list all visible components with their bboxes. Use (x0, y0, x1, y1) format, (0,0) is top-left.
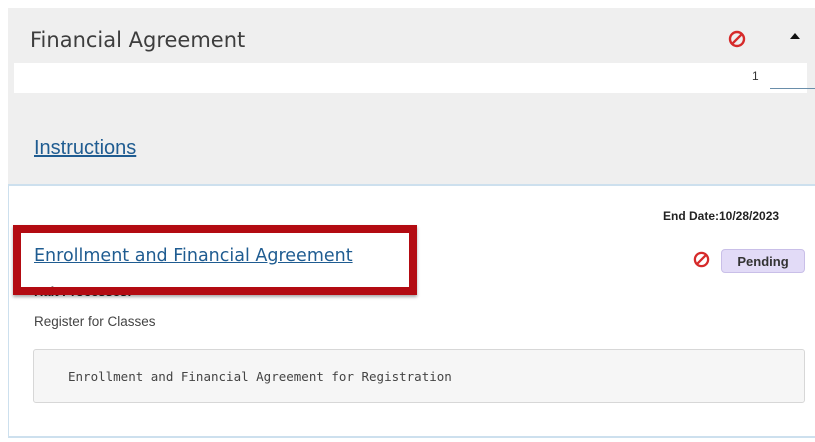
annotation-highlight-box (13, 225, 417, 295)
halt-processes-value: Register for Classes (34, 314, 156, 329)
deny-icon (728, 30, 746, 48)
instructions-link[interactable]: Instructions (34, 137, 136, 160)
page-number-underline (770, 88, 815, 89)
financial-agreement-page: Financial Agreement 1 Instructions End D… (0, 0, 815, 442)
end-date-label: End Date:10/28/2023 (663, 209, 780, 223)
agreement-description-text: Enrollment and Financial Agreement for R… (68, 369, 452, 384)
status-deny-icon (693, 251, 710, 268)
pagination-bar (14, 63, 807, 93)
status-badge: Pending (721, 249, 805, 273)
section-divider (8, 436, 815, 438)
caret-up-icon[interactable] (790, 33, 800, 39)
page-title: Financial Agreement (30, 28, 246, 52)
page-number[interactable]: 1 (752, 69, 759, 83)
agreement-description-box: Enrollment and Financial Agreement for R… (33, 349, 805, 403)
